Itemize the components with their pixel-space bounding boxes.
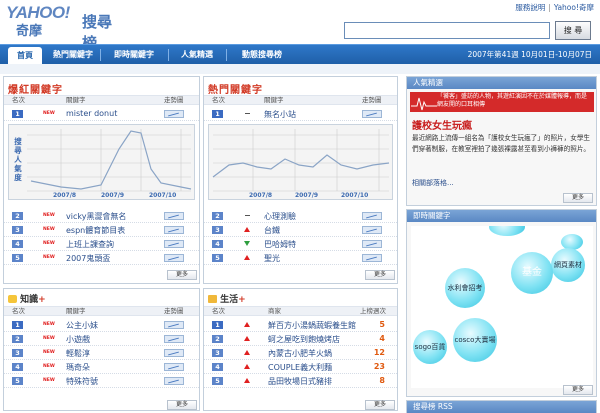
realtime-panel: 即時關鍵字 網頁素材 基金 水利會招考 cosco大賣場 sogo百貨 更多 (406, 209, 597, 397)
list-item[interactable]: 2 NEW 小遊戲 (4, 332, 199, 346)
rank-up-icon (244, 336, 250, 341)
rank-up-icon (244, 255, 250, 260)
help-link[interactable]: 服務說明 (515, 3, 545, 12)
trend-icon[interactable] (164, 377, 184, 385)
tab-hot-keywords[interactable]: 熱門關鍵字 (50, 45, 96, 65)
list-item[interactable]: 3 NEW 輕鬆淳 (4, 346, 199, 360)
bubble-keyword[interactable]: 基金 (511, 252, 553, 294)
list-item[interactable]: 4 COUPLE義大利麵 23 (204, 360, 397, 374)
same-icon (245, 215, 250, 216)
chart-ylabel: 搜尋人氣度 (14, 137, 22, 182)
knowledge-title[interactable]: 知識 (20, 295, 38, 305)
list-item[interactable]: 1 無名小站 (204, 107, 397, 121)
list-item[interactable]: 3 NEW espn體育節目表 (4, 223, 199, 237)
rank-up-icon (244, 227, 250, 232)
trend-icon[interactable] (164, 226, 184, 234)
list-item[interactable]: 2 心理測驗 (204, 209, 397, 223)
trend-icon[interactable] (164, 321, 184, 329)
bubble-keyword[interactable]: sogo百貨 (413, 330, 447, 364)
hot-soar-title: 爆紅關鍵字 (8, 85, 63, 96)
list-item[interactable]: 1 鮮百方小湯鍋蔬蝦養生館 5 (204, 318, 397, 332)
hot-soar-panel: 爆紅關鍵字 名次 關鍵字 走勢圖 1 NEW mister donut 搜尋人氣… (3, 76, 200, 284)
more-button[interactable]: 更多 (563, 193, 593, 203)
life-title[interactable]: 生活 (220, 295, 238, 305)
col-header: 名次 關鍵字 走勢圖 (4, 95, 199, 105)
featured-panel: 人氣精選 「饕客」盛訪的人物，其遊紅演因不在於媒體報導，而是網友開的口耳相傳 護… (406, 76, 597, 206)
top-links: 服務說明 | Yahoo!奇摩 (515, 3, 594, 12)
trend-icon[interactable] (164, 335, 184, 343)
list-item[interactable]: 1 NEW 公主小妹 (4, 318, 199, 332)
list-item[interactable]: 1 NEW mister donut (4, 107, 199, 121)
rss-panel: 搜尋榜 RSS (406, 400, 597, 413)
pulse-icon (411, 97, 437, 111)
knowledge-icon (8, 295, 17, 303)
rank-up-icon (244, 322, 250, 327)
life-icon (208, 295, 217, 303)
col-header: 名次 商家 上榜週次 (204, 306, 397, 316)
tab-realtime[interactable]: 即時關鍵字 (104, 45, 164, 65)
bubble-keyword[interactable]: 網頁素材 (551, 248, 585, 282)
list-item[interactable]: 4 巴哈姆特 (204, 237, 397, 251)
related-blogs-link[interactable]: 相關部落格... (412, 178, 454, 188)
bubble-cloud: 網頁素材 基金 水利會招考 cosco大賣場 sogo百貨 (411, 226, 593, 388)
trend-icon[interactable] (164, 240, 184, 248)
rank-up-icon (244, 364, 250, 369)
more-button[interactable]: 更多 (563, 385, 593, 395)
popular-title: 熱門關鍵字 (208, 85, 263, 96)
list-item[interactable]: 5 聖光 (204, 251, 397, 265)
search-input[interactable] (344, 22, 550, 39)
featured-title[interactable]: 護校女生玩瘋 (412, 117, 472, 132)
logo-sub: 奇摩 (16, 24, 43, 39)
rank-up-icon (244, 378, 250, 383)
trend-icon[interactable] (362, 254, 382, 262)
list-item[interactable]: 5 NEW 特殊符號 (4, 374, 199, 388)
trend-chart: 搜尋人氣度 2007/8 2007/9 2007/10 (8, 124, 195, 200)
list-item[interactable]: 2 蚵之屋吃到飽燒烤店 4 (204, 332, 397, 346)
popular-panel: 熱門關鍵字 名次 關鍵字 走勢圖 1 無名小站 2007/8 2007/9 20… (203, 76, 398, 284)
more-button[interactable]: 更多 (365, 400, 395, 410)
week-info: 2007年第41週 10月01日-10月07日 (467, 50, 592, 59)
nav-bar: 首頁 熱門關鍵字 即時關鍵字 人氣精選 動態搜尋榜 2007年第41週 10月0… (0, 44, 600, 65)
trend-chart: 2007/8 2007/9 2007/10 (208, 124, 393, 200)
knowledge-panel: 知識+ 名次 關鍵字 走勢圖 1 NEW 公主小妹 2 NEW 小遊戲 3 NE… (3, 288, 200, 411)
featured-banner[interactable]: 「饕客」盛訪的人物，其遊紅演因不在於媒體報導，而是網友開的口耳相傳 (410, 92, 594, 112)
tab-home[interactable]: 首頁 (8, 47, 42, 65)
life-panel: 生活+ 名次 商家 上榜週次 1 鮮百方小湯鍋蔬蝦養生館 5 2 蚵之屋吃到飽燒… (203, 288, 398, 411)
same-icon (245, 113, 250, 114)
yahoo-home-link[interactable]: Yahoo!奇摩 (554, 3, 594, 12)
featured-body: 最近網路上流傳一組名為「護校女生玩瘋了」的照片，女學生們穿著制服，在教室裡拍了幾… (412, 134, 591, 153)
tab-featured[interactable]: 人氣精選 (172, 45, 222, 65)
rss-header[interactable]: 搜尋榜 RSS (407, 401, 596, 413)
more-button[interactable]: 更多 (167, 270, 197, 280)
more-button[interactable]: 更多 (365, 270, 395, 280)
realtime-header: 即時關鍵字 (407, 210, 596, 222)
trend-icon[interactable] (362, 240, 382, 248)
tab-dynamic[interactable]: 動態搜尋榜 (230, 45, 294, 65)
featured-header: 人氣精選 (407, 77, 596, 89)
list-item[interactable]: 4 NEW 瑪奇朵 (4, 360, 199, 374)
list-item[interactable]: 5 品田牧場日式豬排 8 (204, 374, 397, 388)
yahoo-logo[interactable]: YAHOO! 奇摩 搜尋榜 (6, 3, 124, 52)
rank-up-icon (244, 350, 250, 355)
trend-icon[interactable] (164, 363, 184, 371)
trend-icon[interactable] (362, 226, 382, 234)
col-header: 名次 關鍵字 走勢圖 (204, 95, 397, 105)
trend-icon[interactable] (362, 212, 382, 220)
search-button[interactable]: 搜 尋 (555, 21, 591, 40)
list-item[interactable]: 4 NEW 上班上課查詢 (4, 237, 199, 251)
more-button[interactable]: 更多 (167, 400, 197, 410)
trend-icon[interactable] (362, 110, 382, 118)
list-item[interactable]: 5 NEW 2007鬼頭盃 (4, 251, 199, 265)
trend-icon[interactable] (164, 254, 184, 262)
rank-down-icon (244, 241, 250, 246)
col-header: 名次 關鍵字 走勢圖 (4, 306, 199, 316)
bubble-keyword[interactable]: cosco大賣場 (453, 318, 497, 362)
list-item[interactable]: 3 內蒙古小肥羊火鍋 12 (204, 346, 397, 360)
trend-icon[interactable] (164, 110, 184, 118)
trend-icon[interactable] (164, 212, 184, 220)
trend-icon[interactable] (164, 349, 184, 357)
list-item[interactable]: 2 NEW vicky黑澀會無名 (4, 209, 199, 223)
bubble-keyword[interactable]: 水利會招考 (445, 268, 485, 308)
list-item[interactable]: 3 台鐵 (204, 223, 397, 237)
